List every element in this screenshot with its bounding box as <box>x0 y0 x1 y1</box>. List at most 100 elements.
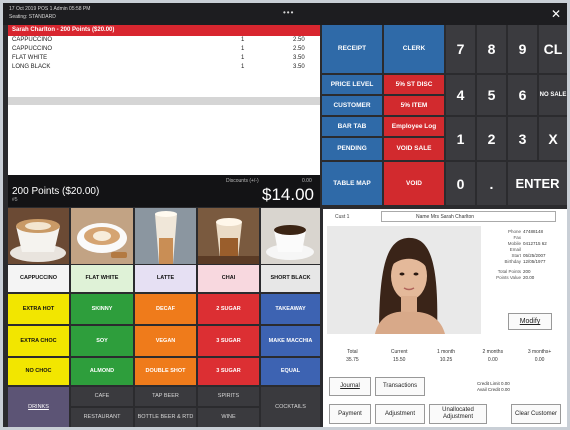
st-discount-button[interactable]: 5% ST DISC <box>384 75 444 94</box>
customer-panel: Cust 1 Name Mrs Sarah Charlton Phone 4748… <box>323 209 567 427</box>
customer-name-field[interactable]: Name Mrs Sarah Charlton <box>381 211 556 222</box>
short-black-cup-icon <box>261 208 320 264</box>
short-black-image[interactable] <box>261 208 320 264</box>
customer-avatar-icon <box>327 226 481 334</box>
aging-header: Current <box>390 349 408 355</box>
product-cappuccino[interactable]: CAPPUCCINO <box>8 265 69 292</box>
key-3[interactable]: 3 <box>508 117 537 160</box>
modifier-2-sugar[interactable]: 2 SUGAR <box>198 294 259 324</box>
clear-customer-button[interactable]: Clear Customer <box>511 404 561 424</box>
key-8[interactable]: 8 <box>477 25 506 73</box>
void-sale-button[interactable]: VOID SALE <box>384 138 444 160</box>
aging-header: 1 month <box>436 349 456 355</box>
modifier-almond[interactable]: ALMOND <box>71 358 133 385</box>
order-line[interactable]: LONG BLACK 1 3.50 <box>8 63 320 72</box>
clerk-button[interactable]: CLERK <box>384 25 444 73</box>
flat-white-cup-icon <box>71 208 133 264</box>
product-flat-white[interactable]: FLAT WHITE <box>71 265 133 292</box>
latte-image[interactable] <box>135 208 196 264</box>
key-9[interactable]: 9 <box>508 25 537 73</box>
order-customer-header: Sarah Charlton - 200 Points ($20.00) <box>8 25 320 36</box>
adjustment-button[interactable]: Adjustment <box>375 404 425 424</box>
category-spirits[interactable]: SPIRITS <box>198 387 259 406</box>
order-divider <box>8 97 320 105</box>
aging-value: 0.00 <box>487 357 498 363</box>
customer-photo <box>327 226 481 334</box>
modifier-3-sugar-alt[interactable]: 3 SUGAR <box>198 358 259 385</box>
enter-key[interactable]: ENTER <box>508 162 567 205</box>
modify-button[interactable]: Modify <box>508 313 552 330</box>
key-7[interactable]: 7 <box>446 25 475 73</box>
modifier-make-macchia[interactable]: MAKE MACCHIA <box>261 326 320 356</box>
aging-header: 2 months <box>482 349 504 355</box>
journal-button[interactable]: Journal <box>329 377 371 396</box>
multiply-key[interactable]: X <box>539 117 567 160</box>
price-level-button[interactable]: PRICE LEVEL <box>322 75 382 94</box>
modifier-takeaway[interactable]: TAKEAWAY <box>261 294 320 324</box>
modifier-vegan[interactable]: VEGAN <box>135 326 196 356</box>
customer-button[interactable]: CUSTOMER <box>322 96 382 115</box>
order-line[interactable]: FLAT WHITE 1 3.50 <box>8 54 320 63</box>
close-icon[interactable]: ✕ <box>551 7 561 21</box>
pending-button[interactable]: PENDING <box>322 138 382 160</box>
item-qty: 1 <box>241 64 245 70</box>
chai-image[interactable] <box>198 208 259 264</box>
modifier-decaf[interactable]: DECAF <box>135 294 196 324</box>
category-cafe[interactable]: CAFE <box>71 387 133 406</box>
modifier-soy[interactable]: SOY <box>71 326 133 356</box>
product-chai[interactable]: CHAI <box>198 265 259 292</box>
modifier-no-choc[interactable]: NO CHOC <box>8 358 69 385</box>
category-bottle-beer[interactable]: BOTTLE BEER & RTD <box>135 408 196 427</box>
order-line[interactable]: CAPPUCCINO 1 2.50 <box>8 45 320 54</box>
key-5[interactable]: 5 <box>477 75 506 115</box>
item-price: 2.50 <box>293 46 305 52</box>
discounts-value: 0.00 <box>302 178 312 184</box>
credit-info: Credit Limit 0.00 Avail Credit 0.00 <box>477 381 510 393</box>
aging-header: Total <box>347 349 358 355</box>
modifier-equal[interactable]: EQUAL <box>261 358 320 385</box>
more-icon[interactable]: ••• <box>283 8 294 17</box>
order-panel: Sarah Charlton - 200 Points ($20.00) CAP… <box>8 25 320 175</box>
modifier-skinny[interactable]: SKINNY <box>71 294 133 324</box>
category-drinks[interactable]: DRINKS <box>8 387 69 427</box>
pos-window: 17 Oct 2019 POS 1 Admin 05:58 PM Seating… <box>3 3 567 427</box>
employee-log-button[interactable]: Employee Log <box>384 117 444 136</box>
flat-white-image[interactable] <box>71 208 133 264</box>
decimal-key[interactable]: . <box>477 162 506 205</box>
modifier-3-sugar[interactable]: 3 SUGAR <box>198 326 259 356</box>
modifier-double-shot[interactable]: DOUBLE SHOT <box>135 358 196 385</box>
order-number: #5 <box>12 197 18 203</box>
product-short-black[interactable]: SHORT BLACK <box>261 265 320 292</box>
key-1[interactable]: 1 <box>446 117 475 160</box>
order-line[interactable]: CAPPUCCINO 1 2.50 <box>8 36 320 45</box>
total-bar: 200 Points ($20.00) #5 Discounts (+/-) 0… <box>8 175 320 207</box>
product-latte[interactable]: LATTE <box>135 265 196 292</box>
category-wine[interactable]: WINE <box>198 408 259 427</box>
receipt-button[interactable]: RECEIPT <box>322 25 382 73</box>
category-tap-beer[interactable]: TAP BEER <box>135 387 196 406</box>
transactions-button[interactable]: Transactions <box>375 377 425 396</box>
bar-tab-button[interactable]: BAR TAB <box>322 117 382 136</box>
no-sale-key[interactable]: NO SALE <box>539 75 567 115</box>
title-bar: 17 Oct 2019 POS 1 Admin 05:58 PM Seating… <box>3 3 567 25</box>
unallocated-adjustment-button[interactable]: Unallocated Adjustment <box>429 404 487 424</box>
item-discount-button[interactable]: 5% ITEM <box>384 96 444 115</box>
aging-value: 0.00 <box>534 357 545 363</box>
detail-key: Birthday <box>504 259 521 264</box>
category-restaurant[interactable]: RESTAURANT <box>71 408 133 427</box>
payment-button[interactable]: Payment <box>329 404 371 424</box>
void-button[interactable]: VOID <box>384 162 444 205</box>
clear-key[interactable]: CL <box>539 25 567 73</box>
modifier-extra-hot[interactable]: EXTRA HOT <box>8 294 69 324</box>
key-4[interactable]: 4 <box>446 75 475 115</box>
account-aging-table: Total Current 1 month 2 months 3 months+… <box>329 349 563 365</box>
item-price: 3.50 <box>293 55 305 61</box>
key-6[interactable]: 6 <box>508 75 537 115</box>
session-info: 17 Oct 2019 POS 1 Admin 05:58 PM <box>9 6 91 12</box>
category-cocktails[interactable]: COCKTAILS <box>261 387 320 427</box>
key-0[interactable]: 0 <box>446 162 475 205</box>
modifier-extra-choc[interactable]: EXTRA CHOC <box>8 326 69 356</box>
key-2[interactable]: 2 <box>477 117 506 160</box>
table-map-button[interactable]: TABLE MAP <box>322 162 382 205</box>
cappuccino-image[interactable] <box>8 208 69 264</box>
